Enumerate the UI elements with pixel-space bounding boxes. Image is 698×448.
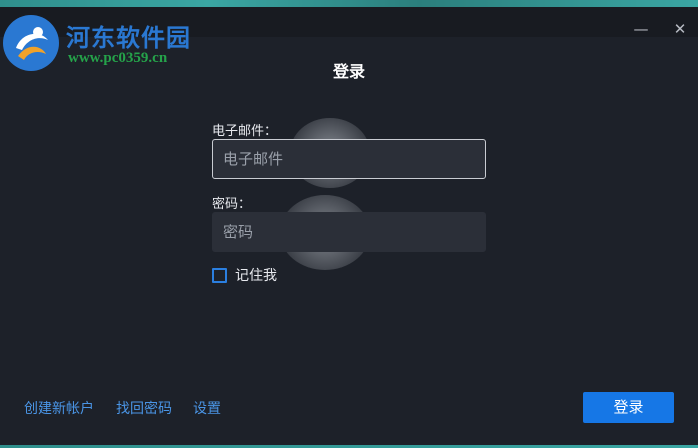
remember-me-option[interactable]: 记住我 — [212, 265, 277, 285]
create-account-link[interactable]: 创建新帐户 — [24, 398, 94, 418]
password-label: 密码： — [212, 197, 252, 212]
minimize-icon[interactable]: — — [632, 20, 650, 38]
close-icon[interactable]: ✕ — [671, 20, 689, 38]
password-field[interactable] — [212, 212, 486, 252]
login-window: 0pk — ✕ 河东软件园 www.pc0359.cn 登录 电子邮件： 密码：… — [0, 0, 698, 448]
recover-password-link[interactable]: 找回密码 — [116, 398, 172, 418]
email-label: 电子邮件： — [212, 124, 278, 139]
dialog-title: 登录 — [332, 62, 365, 81]
checkbox-icon[interactable] — [212, 267, 227, 283]
login-button[interactable]: 登录 — [583, 392, 674, 423]
remember-me-label: 记住我 — [235, 268, 277, 284]
window-top-edge — [0, 0, 698, 7]
watermark-name: 河东软件园 — [66, 23, 191, 52]
email-field[interactable] — [212, 139, 486, 179]
settings-link[interactable]: 设置 — [193, 398, 221, 418]
